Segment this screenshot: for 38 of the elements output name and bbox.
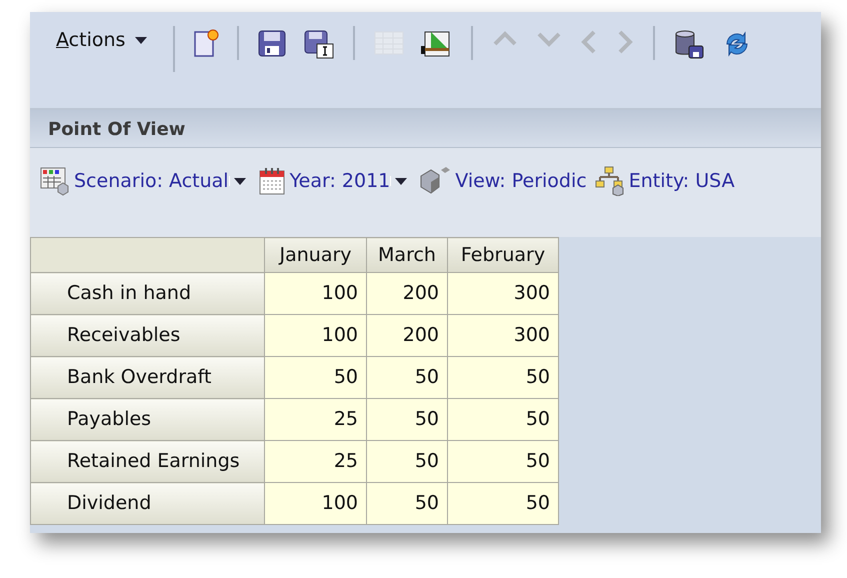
row-header: Dividend: [30, 482, 264, 524]
table-cell[interactable]: 50: [448, 440, 558, 482]
row-header: Receivables: [30, 314, 264, 356]
row-header: Bank Overdraft: [30, 356, 264, 398]
dimension-selector[interactable]: Scenario: Actual: [74, 166, 229, 196]
dimension-selector[interactable]: Year: 2011: [290, 166, 390, 196]
table-cell[interactable]: 50: [264, 356, 366, 398]
table-cell[interactable]: 50: [366, 398, 448, 440]
table-cell[interactable]: 300: [448, 272, 558, 314]
table-cell[interactable]: 25: [264, 398, 366, 440]
column-header: January: [264, 238, 366, 272]
table-cell[interactable]: 100: [264, 314, 366, 356]
table-cell[interactable]: 50: [366, 440, 448, 482]
caret-icon: [133, 35, 150, 46]
table-cell[interactable]: 50: [448, 356, 558, 398]
table-cell[interactable]: 100: [264, 482, 366, 524]
table-cell[interactable]: 25: [264, 440, 366, 482]
table-cell[interactable]: 50: [448, 482, 558, 524]
calendar-icon: [258, 166, 286, 196]
row-header: Retained Earnings: [30, 440, 264, 482]
column-header: March: [366, 238, 448, 272]
table-cell[interactable]: 300: [448, 314, 558, 356]
row-header: Payables: [30, 398, 264, 440]
table-cell[interactable]: 200: [366, 272, 448, 314]
actions-menu-button[interactable]: Actions: [52, 26, 154, 54]
table-cell[interactable]: 50: [366, 356, 448, 398]
row-header: Cash in hand: [30, 272, 264, 314]
spreadsheet-icon: [40, 166, 70, 196]
dimension-selector[interactable]: Entity: USA: [628, 166, 735, 196]
panel-title: Point Of View: [30, 110, 821, 148]
column-header: February: [448, 238, 558, 272]
cube-icon: [419, 166, 452, 196]
table-cell[interactable]: 100: [264, 272, 366, 314]
dimension-selector[interactable]: View: Periodic: [455, 166, 587, 196]
table-cell[interactable]: 200: [366, 314, 448, 356]
table-cell[interactable]: 50: [448, 398, 558, 440]
hierarchy-icon: [594, 166, 625, 196]
table-cell[interactable]: 50: [366, 482, 448, 524]
